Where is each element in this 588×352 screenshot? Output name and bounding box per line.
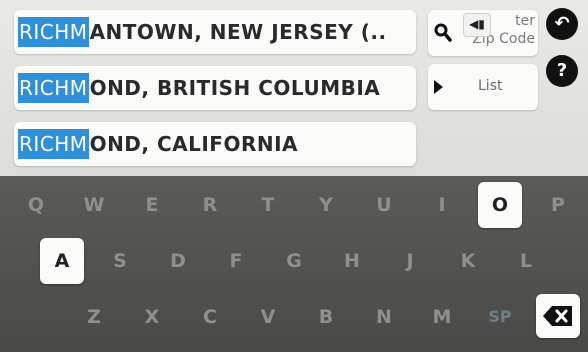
backspace-key[interactable]	[536, 294, 580, 338]
key-l[interactable]: L	[504, 238, 548, 284]
key-n[interactable]: N	[362, 294, 406, 340]
result-rest-text: ANTOWN, NEW JERSEY (..	[89, 20, 387, 44]
backspace-icon	[543, 306, 572, 326]
result-match-highlight: RICHM	[18, 17, 89, 47]
key-q[interactable]: Q	[14, 182, 58, 228]
keypad-icon: ◀▮	[463, 13, 491, 37]
magnifier-icon	[434, 23, 452, 42]
result-match-highlight: RICHM	[18, 129, 89, 159]
key-d[interactable]: D	[156, 238, 200, 284]
key-z[interactable]: Z	[72, 294, 116, 340]
key-u[interactable]: U	[362, 182, 406, 228]
key-c[interactable]: C	[188, 294, 232, 340]
key-h[interactable]: H	[330, 238, 374, 284]
key-t[interactable]: T	[246, 182, 290, 228]
result-item-richmond-ca[interactable]: RICHM OND, CALIFORNIA	[14, 122, 416, 166]
result-rest-text: OND, CALIFORNIA	[89, 132, 299, 156]
result-item-richmond-bc[interactable]: RICHM OND, BRITISH COLUMBIA	[14, 66, 416, 110]
key-k[interactable]: K	[446, 238, 490, 284]
key-p[interactable]: P	[536, 182, 580, 228]
key-a[interactable]: A	[40, 238, 84, 284]
key-s[interactable]: S	[98, 238, 142, 284]
key-g[interactable]: G	[272, 238, 316, 284]
key-w[interactable]: W	[72, 182, 116, 228]
onscreen-keyboard: Q W E R T Y U I O P A S D F G H J K L Z …	[0, 176, 588, 352]
key-x[interactable]: X	[130, 294, 174, 340]
result-item-richmantown[interactable]: RICHM ANTOWN, NEW JERSEY (..	[14, 10, 416, 54]
key-f[interactable]: F	[214, 238, 258, 284]
result-rest-text: OND, BRITISH COLUMBIA	[89, 76, 381, 100]
key-space[interactable]: SP	[478, 294, 522, 340]
key-r[interactable]: R	[188, 182, 232, 228]
play-icon	[434, 80, 443, 94]
list-label: List	[478, 78, 503, 94]
key-o[interactable]: O	[478, 182, 522, 228]
result-match-highlight: RICHM	[18, 73, 89, 103]
key-m[interactable]: M	[420, 294, 464, 340]
key-j[interactable]: J	[388, 238, 432, 284]
enter-zip-code-button[interactable]: ter Zip Code ◀▮	[428, 10, 538, 56]
list-button[interactable]: List	[428, 64, 538, 110]
results-panel: RICHM ANTOWN, NEW JERSEY (.. RICHM OND, BR…	[0, 0, 588, 176]
key-v[interactable]: V	[246, 294, 290, 340]
help-button[interactable]: ?	[546, 55, 578, 87]
key-b[interactable]: B	[304, 294, 348, 340]
key-y[interactable]: Y	[304, 182, 348, 228]
key-i[interactable]: I	[420, 182, 464, 228]
back-button[interactable]: ↶	[546, 8, 578, 40]
key-e[interactable]: E	[130, 182, 174, 228]
